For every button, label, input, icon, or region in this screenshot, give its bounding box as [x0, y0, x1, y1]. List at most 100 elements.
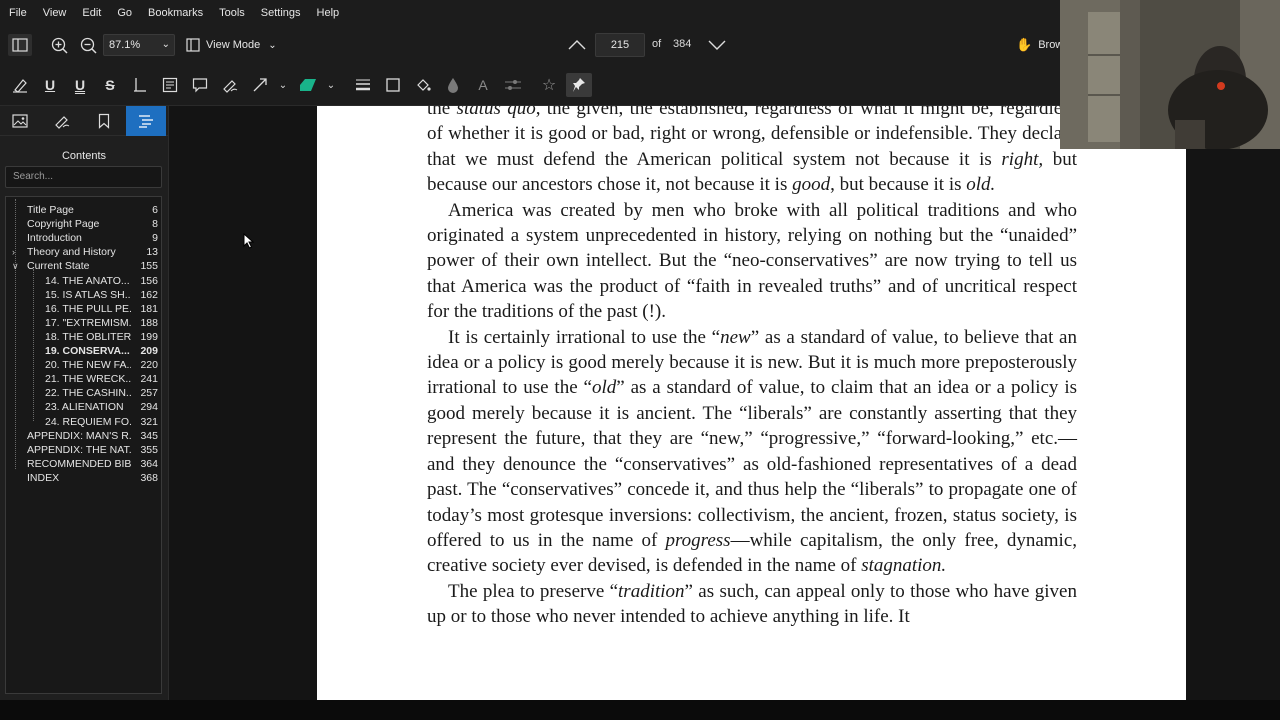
freehand-line-icon[interactable]	[220, 75, 240, 95]
toc-item[interactable]: 14. THE ANATO... 156	[6, 274, 161, 288]
toc-item[interactable]: Copyright Page 8	[6, 217, 161, 231]
strikeout-icon[interactable]: S	[100, 75, 120, 95]
chevron-down-icon[interactable]: ∨	[12, 259, 19, 273]
paragraph: The plea to preserve “tradition” as such…	[427, 580, 1077, 628]
paragraph: America was created by men who broke wit…	[427, 199, 1077, 323]
document-view[interactable]: the status quo, the given, the establish…	[169, 106, 1280, 700]
toc-item[interactable]: 24. REQUIEM FO... 321	[6, 415, 161, 429]
toc-item-page: 156	[140, 274, 158, 287]
toc-item-page: 321	[140, 415, 158, 428]
menu-help[interactable]: Help	[312, 0, 345, 26]
opacity-icon[interactable]	[443, 75, 463, 95]
inline-note-icon[interactable]	[160, 75, 180, 95]
toc-item[interactable]: RECOMMENDED BIB... 364	[6, 457, 161, 471]
toc-item[interactable]: Title Page 6	[6, 203, 161, 217]
mouse-cursor-icon	[243, 233, 255, 249]
page-number-input[interactable]: 215	[595, 33, 645, 57]
toc-item-page: 368	[140, 471, 158, 484]
toc-item[interactable]: APPENDIX: MAN'S R... 345	[6, 429, 161, 443]
popup-note-icon[interactable]	[190, 75, 210, 95]
bottom-bar	[0, 700, 1280, 720]
toc-item-label: Current State	[27, 260, 90, 273]
pin-icon[interactable]	[566, 73, 592, 97]
sliders-icon[interactable]	[503, 75, 523, 95]
toc-item-label: Introduction	[27, 232, 82, 245]
toc-item[interactable]: Introduction 9	[6, 231, 161, 245]
toc-item[interactable]: 23. ALIENATION 294	[6, 400, 161, 414]
menu-file[interactable]: File	[4, 0, 32, 26]
toc-item-label: RECOMMENDED BIB...	[27, 457, 132, 470]
tab-thumbnails[interactable]	[0, 106, 40, 136]
menu-tools[interactable]: Tools	[214, 0, 250, 26]
menu-edit[interactable]: Edit	[77, 0, 106, 26]
toc-item-page: 294	[140, 401, 158, 414]
toc-item[interactable]: 21. THE WRECK... 241	[6, 372, 161, 386]
toc-item[interactable]: 20. THE NEW FA... 220	[6, 358, 161, 372]
view-mode-label: View Mode	[206, 39, 261, 51]
tab-annotations[interactable]	[42, 106, 82, 136]
sidebar-toggle-icon[interactable]	[8, 34, 32, 56]
toc-item-label: 14. THE ANATO...	[45, 274, 130, 287]
toc-item-page: 162	[140, 288, 158, 301]
toc-item[interactable]: › Theory and History 13	[6, 245, 161, 259]
bookmark-icon	[98, 113, 110, 129]
total-pages: 384	[673, 38, 692, 50]
underline-icon[interactable]: U	[40, 75, 60, 95]
chevron-down-icon[interactable]: ⌄	[276, 77, 290, 93]
star-icon[interactable]: ☆	[539, 75, 559, 95]
menu-bookmarks[interactable]: Bookmarks	[143, 0, 208, 26]
toc-item[interactable]: 16. THE PULL PE... 181	[6, 302, 161, 316]
toc-item[interactable]: 22. THE CASHIN... 257	[6, 386, 161, 400]
toc-item-page: 13	[146, 246, 158, 259]
toc-item[interactable]: 15. IS ATLAS SH... 162	[6, 288, 161, 302]
browse-tool-button[interactable]: ✋ Brow	[1016, 37, 1063, 53]
arrow-line-icon[interactable]	[250, 75, 270, 95]
toc-item-label: 20. THE NEW FA...	[45, 359, 131, 372]
toc-item-page: 355	[140, 443, 158, 456]
toc-item-page: 364	[140, 457, 158, 470]
highlight-pen-icon[interactable]	[10, 75, 30, 95]
font-icon[interactable]: A	[473, 75, 493, 95]
toc-item-page: 9	[152, 232, 158, 245]
chevron-down-icon: ⌄	[161, 39, 170, 50]
tab-contents[interactable]	[126, 106, 166, 136]
view-mode-button[interactable]: View Mode ⌄	[186, 34, 277, 56]
tab-bookmarks[interactable]	[84, 106, 124, 136]
highlighter-color-icon[interactable]	[298, 75, 318, 95]
chevron-right-icon[interactable]: ›	[12, 245, 15, 259]
previous-page-icon[interactable]	[566, 35, 588, 55]
border-icon[interactable]	[383, 75, 403, 95]
menu-go[interactable]: Go	[112, 0, 137, 26]
toc-item-label: APPENDIX: THE NAT...	[27, 443, 132, 456]
toc-item-label: APPENDIX: MAN'S R...	[27, 429, 132, 442]
toc-item[interactable]: INDEX 368	[6, 471, 161, 485]
menu-settings[interactable]: Settings	[256, 0, 306, 26]
menu-view[interactable]: View	[38, 0, 72, 26]
toc-item-label: 15. IS ATLAS SH...	[45, 288, 131, 301]
webcam-overlay	[1060, 0, 1280, 149]
typewriter-icon[interactable]	[130, 75, 150, 95]
toc-item[interactable]: 17. "EXTREMISM... 188	[6, 316, 161, 330]
toc-item-page: 209	[140, 345, 158, 357]
toc-item-label: Title Page	[27, 204, 74, 216]
view-mode-icon	[186, 38, 200, 52]
line-width-icon[interactable]	[353, 75, 373, 95]
zoom-value: 87.1%	[109, 39, 141, 51]
image-icon	[12, 114, 28, 128]
toc-item-label: 23. ALIENATION	[45, 401, 124, 414]
toc-item[interactable]: 18. THE OBLITER... 199	[6, 330, 161, 344]
toc-item[interactable]: 19. CONSERVA... 209	[6, 344, 161, 358]
squiggly-underline-icon[interactable]: U	[70, 75, 90, 95]
zoom-in-icon[interactable]	[49, 35, 69, 55]
toc-item[interactable]: ∨ Current State 155	[6, 259, 161, 273]
toc-item[interactable]: APPENDIX: THE NAT... 355	[6, 443, 161, 457]
zoom-select[interactable]: 87.1% ⌄	[103, 34, 175, 56]
toc-item-label: 18. THE OBLITER...	[45, 330, 131, 343]
next-page-icon[interactable]	[706, 35, 728, 55]
webcam-image	[1060, 0, 1280, 149]
contents-search-input[interactable]: Search...	[5, 166, 162, 188]
toc-item-page: 8	[152, 218, 158, 231]
zoom-out-icon[interactable]	[78, 35, 98, 55]
chevron-down-icon[interactable]: ⌄	[324, 77, 338, 93]
fill-color-icon[interactable]	[413, 75, 433, 95]
